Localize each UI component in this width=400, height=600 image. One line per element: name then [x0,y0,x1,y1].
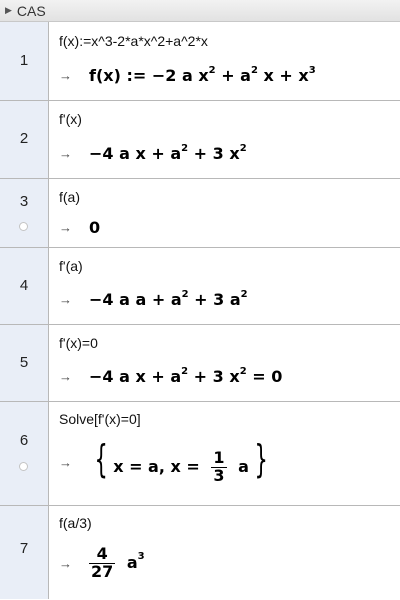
output-arrow-icon: → [59,454,72,470]
cell-output: → −4 a x + a2 + 3 x2 [59,142,247,163]
output-math: 4 27 a3 [89,544,145,581]
cas-row[interactable]: 7 f(a/3) → 4 27 a3 [0,506,400,599]
output-arrow-icon: → [59,146,72,161]
output-math: f(x) := −2 a x2 + a2 x + x3 [89,64,316,85]
cas-cell[interactable]: Solve[f'(x)=0] → {x = a, x = 13 a} [49,402,400,505]
cell-output: → f(x) := −2 a x2 + a2 x + x3 [59,64,316,85]
output-arrow-icon: → [59,220,72,235]
visibility-toggle-icon[interactable] [19,462,28,471]
row-number: 3 [19,193,29,210]
cell-input[interactable]: f(x):=x^3-2*a*x^2+a^2*x [59,33,208,49]
output-arrow-icon: → [59,292,72,307]
row-gutter[interactable]: 1 [0,22,49,100]
cell-output: → −4 a x + a2 + 3 x2 = 0 [59,365,283,386]
row-number: 1 [19,52,29,69]
output-math: −4 a a + a2 + 3 a2 [89,288,248,309]
row-gutter[interactable]: 2 [0,101,49,178]
cas-cell[interactable]: f(x):=x^3-2*a*x^2+a^2*x → f(x) := −2 a x… [49,22,400,100]
panel-title: CAS [16,2,46,19]
cas-row[interactable]: 3 f(a) → 0 [0,179,400,248]
cas-cell[interactable]: f'(x) → −4 a x + a2 + 3 x2 [49,101,400,178]
output-arrow-icon: → [59,68,72,83]
cell-output: → {x = a, x = 13 a} [59,440,273,485]
cell-input[interactable]: f'(x) [59,111,82,127]
cas-row[interactable]: 6 Solve[f'(x)=0] → {x = a, x = 13 a} [0,402,400,506]
cell-input[interactable]: f'(a) [59,258,83,274]
cas-panel-header[interactable]: ▶ CAS [0,0,400,22]
cas-cell[interactable]: f'(a) → −4 a a + a2 + 3 a2 [49,248,400,324]
row-gutter[interactable]: 6 [0,402,49,505]
cell-output: → 0 [59,218,100,237]
cas-cell[interactable]: f(a/3) → 4 27 a3 [49,506,400,599]
output-math: {x = a, x = 13 a} [94,437,268,485]
row-gutter[interactable]: 5 [0,325,49,401]
cas-row[interactable]: 5 f'(x)=0 → −4 a x + a2 + 3 x2 = 0 [0,325,400,402]
cell-input[interactable]: f'(x)=0 [59,335,98,351]
output-math: 0 [89,218,101,237]
cell-input[interactable]: Solve[f'(x)=0] [59,411,141,427]
output-arrow-icon: → [59,555,72,571]
cas-row[interactable]: 4 f'(a) → −4 a a + a2 + 3 a2 [0,248,400,325]
cas-row[interactable]: 2 f'(x) → −4 a x + a2 + 3 x2 [0,101,400,179]
cas-row[interactable]: 1 f(x):=x^3-2*a*x^2+a^2*x → f(x) := −2 a… [0,22,400,101]
row-number: 6 [19,432,29,449]
output-arrow-icon: → [59,369,72,384]
output-math: −4 a x + a2 + 3 x2 = 0 [89,365,283,386]
row-gutter[interactable]: 3 [0,179,49,247]
output-math: −4 a x + a2 + 3 x2 [89,142,247,163]
visibility-toggle-icon[interactable] [19,222,28,231]
cas-cell[interactable]: f'(x)=0 → −4 a x + a2 + 3 x2 = 0 [49,325,400,401]
row-gutter[interactable]: 4 [0,248,49,324]
cell-input[interactable]: f(a) [59,189,80,205]
cell-output: → −4 a a + a2 + 3 a2 [59,288,248,309]
cas-cell[interactable]: f(a) → 0 [49,179,400,247]
cell-input[interactable]: f(a/3) [59,515,92,531]
collapse-triangle-icon[interactable]: ▶ [5,5,12,16]
cell-output: → 4 27 a3 [59,544,145,581]
row-number: 5 [19,354,29,371]
row-number: 7 [19,540,29,557]
row-number: 2 [19,130,29,147]
row-gutter[interactable]: 7 [0,506,49,599]
row-number: 4 [19,277,29,294]
cas-rows: 1 f(x):=x^3-2*a*x^2+a^2*x → f(x) := −2 a… [0,22,400,599]
